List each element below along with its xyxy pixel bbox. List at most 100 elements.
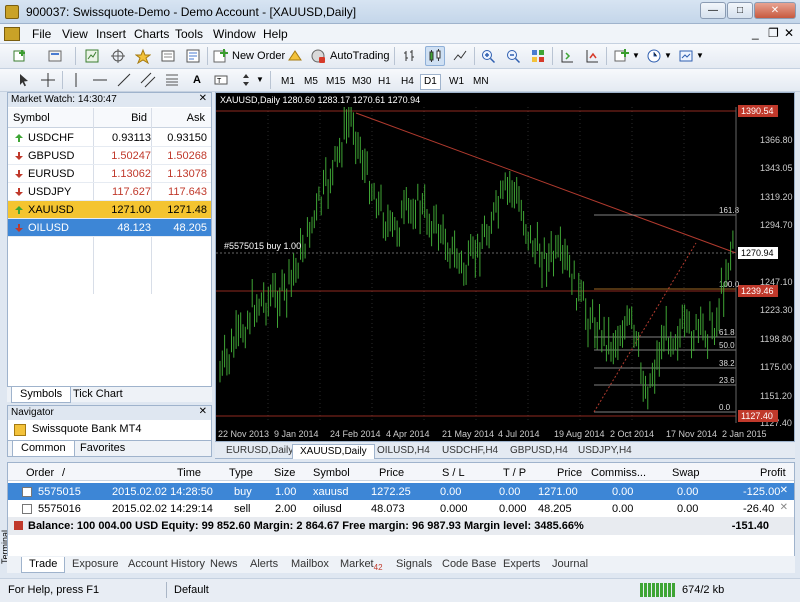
zoom-out-icon[interactable]: [503, 46, 523, 66]
crosshair-icon[interactable]: [38, 70, 58, 90]
arrows-icon[interactable]: [236, 70, 256, 90]
candlestick-chart-icon[interactable]: [425, 46, 445, 66]
menu-tools[interactable]: Tools: [175, 27, 203, 41]
periods-dropdown-icon[interactable]: ▼: [664, 51, 672, 60]
tab-market[interactable]: Market42: [333, 557, 390, 573]
periods-icon[interactable]: [644, 46, 664, 66]
arrows-dropdown-icon[interactable]: ▼: [256, 75, 264, 84]
doc-restore-button[interactable]: ❐: [768, 26, 779, 40]
new-chart-icon[interactable]: [10, 46, 30, 66]
templates-icon[interactable]: [676, 46, 696, 66]
chart-tab-oilusd[interactable]: OILUSD,H4: [370, 444, 437, 459]
vertical-line-icon[interactable]: [66, 70, 86, 90]
minimize-button[interactable]: —: [700, 2, 726, 19]
auto-scroll-icon[interactable]: [582, 46, 602, 66]
close-order-icon[interactable]: ✕: [780, 485, 788, 496]
tab-tick-chart[interactable]: Tick Chart: [65, 387, 131, 403]
market-watch-row[interactable]: OILUSD 48.123 48.205: [8, 219, 211, 237]
market-watch-icon[interactable]: [82, 46, 102, 66]
tab-signals[interactable]: Signals: [389, 557, 439, 573]
timeframe-m15[interactable]: M15: [322, 74, 349, 90]
tab-news[interactable]: News: [203, 557, 245, 573]
tab-journal[interactable]: Journal: [545, 557, 595, 573]
order-row[interactable]: 5575015 2015.02.02 14:28:50 buy 1.00 xauusd 1…: [8, 483, 794, 500]
timeframe-h4[interactable]: H4: [397, 74, 418, 90]
line-chart-icon[interactable]: [450, 46, 470, 66]
timeframe-m1[interactable]: M1: [277, 74, 299, 90]
maximize-button[interactable]: □: [727, 2, 753, 19]
col-sl[interactable]: S / L: [442, 467, 465, 479]
tab-symbols[interactable]: Symbols: [11, 387, 72, 403]
chart-tab-eurusd[interactable]: EURUSD,Daily: [219, 444, 300, 459]
fibonacci-icon[interactable]: [162, 70, 182, 90]
timeframe-mn[interactable]: MN: [469, 74, 493, 90]
chart-tab-gbpusd[interactable]: GBPUSD,H4: [503, 444, 575, 459]
autotrading-icon[interactable]: [308, 46, 328, 66]
chart-shift-icon[interactable]: [557, 46, 577, 66]
timeframe-m5[interactable]: M5: [300, 74, 322, 90]
text-icon[interactable]: A: [187, 70, 207, 90]
menu-insert[interactable]: Insert: [96, 27, 126, 41]
autotrading-button[interactable]: AutoTrading: [330, 50, 390, 62]
data-window-icon[interactable]: [108, 46, 128, 66]
chart-tab-xauusd[interactable]: XAUUSD,Daily: [292, 444, 375, 459]
chart-window[interactable]: 1366.80 1343.05 1319.20 1294.70 1247.10 1223.…: [215, 92, 795, 442]
col-swap[interactable]: Swap: [672, 467, 700, 479]
tab-mailbox[interactable]: Mailbox: [284, 557, 336, 573]
market-watch-row[interactable]: USDJPY 117.627 117.643: [8, 183, 211, 201]
tab-experts[interactable]: Experts: [496, 557, 547, 573]
tab-common[interactable]: Common: [12, 441, 75, 457]
metaeditor-icon[interactable]: [285, 46, 305, 66]
cursor-icon[interactable]: [14, 70, 34, 90]
tab-favorites[interactable]: Favorites: [72, 441, 133, 457]
col-size[interactable]: Size: [274, 467, 295, 479]
chart-tab-usdchf[interactable]: USDCHF,H4: [435, 444, 505, 459]
navigator-item[interactable]: Swissquote Bank MT4: [32, 423, 141, 435]
navigator-close-icon[interactable]: ✕: [199, 406, 207, 417]
tab-account-history[interactable]: Account History: [121, 557, 212, 573]
market-watch-row[interactable]: EURUSD 1.13062 1.13078: [8, 165, 211, 183]
timeframe-w1[interactable]: W1: [445, 74, 468, 90]
price-chart[interactable]: 1366.801343.051319.201294.701247.101223.…: [216, 93, 794, 441]
column-ask[interactable]: Ask: [187, 112, 205, 124]
indicators-dropdown-icon[interactable]: ▼: [632, 51, 640, 60]
doc-close-button[interactable]: ✕: [784, 26, 794, 40]
indicators-icon[interactable]: [612, 46, 632, 66]
templates-dropdown-icon[interactable]: ▼: [696, 51, 704, 60]
tab-trade[interactable]: Trade: [21, 557, 66, 573]
zoom-in-icon[interactable]: [478, 46, 498, 66]
col-type[interactable]: Type: [229, 467, 253, 479]
col-current-price[interactable]: Price: [557, 467, 582, 479]
col-order[interactable]: Order: [26, 467, 54, 479]
col-price[interactable]: Price: [379, 467, 404, 479]
bar-chart-icon[interactable]: [400, 46, 420, 66]
equidistant-channel-icon[interactable]: [138, 70, 158, 90]
text-label-icon[interactable]: T: [211, 70, 231, 90]
col-commission[interactable]: Commiss...: [591, 467, 646, 479]
menu-charts[interactable]: Charts: [134, 27, 169, 41]
market-watch-row[interactable]: USDCHF 0.93113 0.93150: [8, 129, 211, 147]
menu-view[interactable]: View: [62, 27, 88, 41]
market-watch-row[interactable]: XAUUSD 1271.00 1271.48: [8, 201, 211, 219]
document-icon[interactable]: [4, 27, 20, 41]
horizontal-line-icon[interactable]: [90, 70, 110, 90]
close-order-icon[interactable]: ✕: [780, 502, 788, 513]
trendline-icon[interactable]: [114, 70, 134, 90]
menu-help[interactable]: Help: [263, 27, 288, 41]
strategy-tester-icon[interactable]: [183, 46, 203, 66]
order-row[interactable]: 5575016 2015.02.02 14:29:14 sell 2.00 oilusd…: [8, 500, 794, 517]
doc-minimize-button[interactable]: _: [752, 26, 759, 40]
tab-code-base[interactable]: Code Base: [435, 557, 503, 573]
column-bid[interactable]: Bid: [131, 112, 147, 124]
tile-windows-icon[interactable]: [528, 46, 548, 66]
timeframe-d1[interactable]: D1: [420, 74, 441, 90]
menu-window[interactable]: Window: [213, 27, 256, 41]
col-time[interactable]: Time: [177, 467, 201, 479]
tab-alerts[interactable]: Alerts: [243, 557, 285, 573]
market-watch-row[interactable]: GBPUSD 1.50247 1.50268: [8, 147, 211, 165]
col-profit[interactable]: Profit: [760, 467, 786, 479]
col-tp[interactable]: T / P: [503, 467, 526, 479]
tab-exposure[interactable]: Exposure: [65, 557, 125, 573]
navigator-icon[interactable]: [133, 46, 153, 66]
new-order-icon[interactable]: [211, 46, 231, 66]
